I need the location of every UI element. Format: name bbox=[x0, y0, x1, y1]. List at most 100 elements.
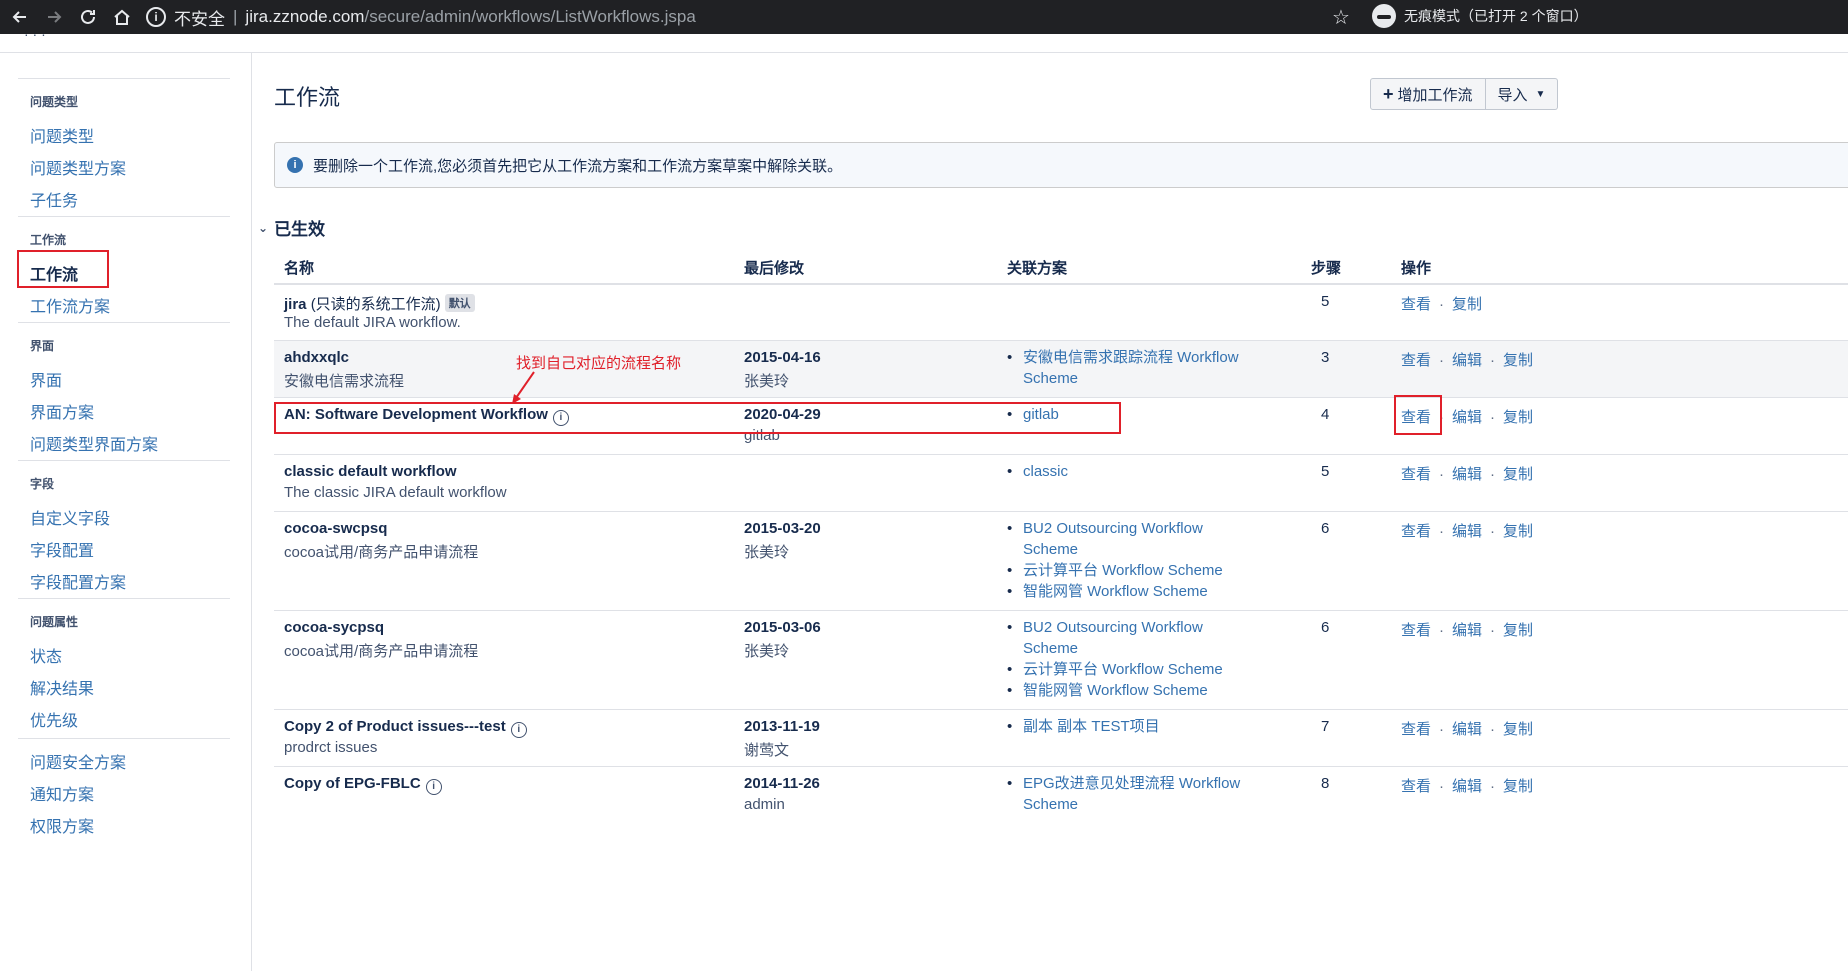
scheme-link[interactable]: BU2 Outsourcing Workflow bbox=[1007, 518, 1223, 539]
forward-icon[interactable] bbox=[40, 3, 68, 31]
copy-link[interactable]: 复制 bbox=[1503, 721, 1533, 738]
column-header-modified: 最后修改 bbox=[744, 260, 805, 277]
workflow-actions: 查看 · 编辑 · 复制 bbox=[1401, 721, 1534, 738]
scheme-link[interactable]: 云计算平台 Workflow Scheme bbox=[1007, 560, 1223, 581]
sidebar-item-subtasks[interactable]: 子任务 bbox=[30, 187, 78, 211]
home-icon[interactable] bbox=[108, 3, 136, 31]
workflow-name: cocoa-sycpsq bbox=[284, 619, 385, 636]
scheme-link-cont[interactable]: Scheme bbox=[1007, 794, 1240, 815]
workflow-name: jira (只读的系统工作流) 默认 bbox=[284, 293, 475, 314]
sidebar-item-statuses[interactable]: 状态 bbox=[30, 643, 62, 667]
sidebar-item-field-configuration-schemes[interactable]: 字段配置方案 bbox=[30, 569, 126, 593]
scheme-link-cont[interactable]: Scheme bbox=[1007, 539, 1223, 560]
copy-link[interactable]: 复制 bbox=[1503, 466, 1533, 483]
bookmark-star-icon[interactable]: ☆ bbox=[1332, 5, 1350, 30]
copy-link[interactable]: 复制 bbox=[1503, 523, 1533, 540]
modified-author: 张美玲 bbox=[744, 643, 790, 660]
scheme-list: BU2 Outsourcing Workflow Scheme 云计算平台 Wo… bbox=[1007, 518, 1223, 602]
sidebar-item-screens[interactable]: 界面 bbox=[30, 367, 62, 391]
add-workflow-button[interactable]: + 增加工作流 bbox=[1370, 78, 1486, 110]
chevron-down-icon: ⌄ bbox=[258, 220, 269, 235]
scheme-link[interactable]: classic bbox=[1007, 461, 1068, 482]
copy-link[interactable]: 复制 bbox=[1452, 296, 1482, 313]
view-link[interactable]: 查看 bbox=[1401, 523, 1431, 540]
scheme-link[interactable]: 智能网管 Workflow Scheme bbox=[1007, 680, 1223, 701]
url-separator: | bbox=[233, 7, 238, 26]
edit-link[interactable]: 编辑 bbox=[1452, 778, 1482, 795]
workflow-steps: 4 bbox=[1321, 406, 1330, 423]
admin-sidebar: 问题类型 问题类型 问题类型方案 子任务 工作流 工作流 工作流方案 界面 界面… bbox=[0, 52, 252, 971]
sidebar-item-screen-schemes[interactable]: 界面方案 bbox=[30, 399, 94, 423]
column-header-actions: 操作 bbox=[1401, 260, 1432, 277]
workflow-actions: 查看 · 编辑 · 复制 bbox=[1401, 622, 1534, 639]
column-header-name: 名称 bbox=[284, 260, 315, 277]
view-link[interactable]: 查看 bbox=[1401, 721, 1431, 738]
scheme-link[interactable]: BU2 Outsourcing Workflow bbox=[1007, 617, 1223, 638]
sidebar-heading: 字段 bbox=[30, 477, 55, 491]
incognito-label: 无痕模式（已打开 2 个窗口） bbox=[1404, 8, 1588, 24]
highlight-box-sidebar-workflow bbox=[17, 250, 109, 288]
modified-author: admin bbox=[744, 796, 785, 813]
edit-link[interactable]: 编辑 bbox=[1452, 409, 1482, 426]
edit-link[interactable]: 编辑 bbox=[1452, 466, 1482, 483]
sidebar-item-custom-fields[interactable]: 自定义字段 bbox=[30, 505, 110, 529]
copy-link[interactable]: 复制 bbox=[1503, 622, 1533, 639]
top-navigation: · · · bbox=[0, 34, 1848, 53]
sidebar-item-resolutions[interactable]: 解决结果 bbox=[30, 675, 94, 699]
info-message-text: 要删除一个工作流,您必须首先把它从工作流方案和工作流方案草案中解除关联。 bbox=[313, 157, 843, 175]
edit-link[interactable]: 编辑 bbox=[1452, 622, 1482, 639]
info-icon: i bbox=[287, 157, 303, 173]
import-button[interactable]: 导入 ▼ bbox=[1485, 78, 1559, 110]
edit-link[interactable]: 编辑 bbox=[1452, 721, 1482, 738]
sidebar-item-field-configurations[interactable]: 字段配置 bbox=[30, 537, 94, 561]
section-toggle-active[interactable]: ⌄ 已生效 bbox=[258, 215, 325, 240]
view-link[interactable]: 查看 bbox=[1401, 352, 1431, 369]
reload-icon[interactable] bbox=[74, 3, 102, 31]
scheme-link[interactable]: 云计算平台 Workflow Scheme bbox=[1007, 659, 1223, 680]
modified-date: 2013-11-19 bbox=[744, 718, 820, 735]
scheme-list: BU2 Outsourcing Workflow Scheme 云计算平台 Wo… bbox=[1007, 617, 1223, 701]
info-icon[interactable]: i bbox=[510, 722, 527, 738]
sidebar-item-issue-security-schemes[interactable]: 问题安全方案 bbox=[30, 749, 126, 773]
back-icon[interactable] bbox=[6, 3, 34, 31]
view-link[interactable]: 查看 bbox=[1401, 622, 1431, 639]
scheme-link[interactable]: EPG改进意见处理流程 Workflow bbox=[1007, 773, 1240, 794]
plus-icon: + bbox=[1383, 83, 1394, 104]
copy-link[interactable]: 复制 bbox=[1503, 778, 1533, 795]
sidebar-item-issue-types[interactable]: 问题类型 bbox=[30, 123, 94, 147]
header-actions: + 增加工作流 导入 ▼ bbox=[1370, 78, 1559, 110]
incognito-icon bbox=[1372, 4, 1396, 28]
view-link[interactable]: 查看 bbox=[1401, 296, 1431, 313]
address-bar[interactable]: i 不安全 | jira.zznode.com /secure/admin/wo… bbox=[146, 3, 1386, 31]
sidebar-item-issue-type-schemes[interactable]: 问题类型方案 bbox=[30, 155, 126, 179]
scheme-link[interactable]: 副本 副本 TEST项目 bbox=[1007, 716, 1160, 737]
scheme-link[interactable]: 安徽电信需求跟踪流程 Workflow bbox=[1007, 347, 1239, 368]
chevron-down-icon: ▼ bbox=[1535, 88, 1546, 100]
url-path: /secure/admin/workflows/ListWorkflows.js… bbox=[364, 7, 696, 26]
scheme-link-cont[interactable]: Scheme bbox=[1007, 368, 1239, 389]
scheme-list: 安徽电信需求跟踪流程 Workflow Scheme bbox=[1007, 347, 1239, 389]
edit-link[interactable]: 编辑 bbox=[1452, 352, 1482, 369]
scheme-list: 副本 副本 TEST项目 bbox=[1007, 716, 1160, 737]
sidebar-item-notification-schemes[interactable]: 通知方案 bbox=[30, 781, 94, 805]
incognito-indicator[interactable]: 无痕模式（已打开 2 个窗口） bbox=[1372, 4, 1588, 28]
site-info-icon[interactable]: i bbox=[146, 7, 166, 27]
info-icon[interactable]: i bbox=[425, 779, 442, 795]
view-link[interactable]: 查看 bbox=[1401, 778, 1431, 795]
workflow-steps: 6 bbox=[1321, 520, 1330, 537]
workflow-description: 安徽电信需求流程 bbox=[284, 373, 405, 390]
scheme-link-cont[interactable]: Scheme bbox=[1007, 638, 1223, 659]
sidebar-item-issue-type-screen-schemes[interactable]: 问题类型界面方案 bbox=[30, 431, 158, 455]
scheme-link[interactable]: 智能网管 Workflow Scheme bbox=[1007, 581, 1223, 602]
copy-link[interactable]: 复制 bbox=[1503, 352, 1533, 369]
workflow-description: cocoa试用/商务产品申请流程 bbox=[284, 544, 479, 561]
edit-link[interactable]: 编辑 bbox=[1452, 523, 1482, 540]
sidebar-item-workflow-schemes[interactable]: 工作流方案 bbox=[30, 293, 110, 317]
view-link[interactable]: 查看 bbox=[1401, 466, 1431, 483]
sidebar-item-permission-schemes[interactable]: 权限方案 bbox=[30, 813, 94, 837]
annotation-text: 找到自己对应的流程名称 bbox=[516, 355, 682, 372]
sidebar-item-priorities[interactable]: 优先级 bbox=[30, 707, 78, 731]
table-row: Copy of EPG-FBLCi 2014-11-26 admin EPG改进… bbox=[274, 767, 1848, 827]
sidebar-heading: 问题属性 bbox=[30, 615, 79, 629]
copy-link[interactable]: 复制 bbox=[1503, 409, 1533, 426]
